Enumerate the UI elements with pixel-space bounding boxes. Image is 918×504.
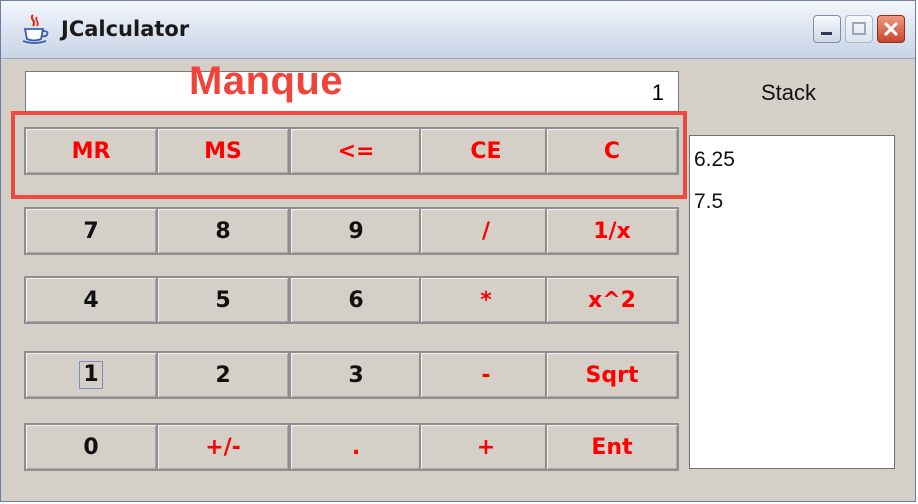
backspace-button[interactable]: <= xyxy=(289,127,423,175)
add-button[interactable]: + xyxy=(419,423,553,471)
digit-9-button[interactable]: 9 xyxy=(289,207,423,255)
calculator-window: JCalculator 1 Manque MR MS <= CE C 7 8 9… xyxy=(0,0,916,502)
enter-button[interactable]: Ent xyxy=(545,423,679,471)
stack-list[interactable]: 6.25 7.5 xyxy=(689,135,895,469)
close-icon[interactable] xyxy=(877,15,905,43)
multiply-button[interactable]: * xyxy=(419,276,553,324)
maximize-icon[interactable] xyxy=(845,15,873,43)
reciprocal-button[interactable]: 1/x xyxy=(545,207,679,255)
clear-button[interactable]: C xyxy=(545,127,679,175)
digit-7-button[interactable]: 7 xyxy=(24,207,158,255)
minimize-icon[interactable] xyxy=(813,15,841,43)
stack-label: Stack xyxy=(761,80,817,105)
window-title: JCalculator xyxy=(61,17,190,41)
decimal-point-button[interactable]: . xyxy=(289,423,423,471)
square-button[interactable]: x^2 xyxy=(545,276,679,324)
digit-3-button[interactable]: 3 xyxy=(289,351,423,399)
divide-button[interactable]: / xyxy=(419,207,553,255)
digit-0-button[interactable]: 0 xyxy=(24,423,158,471)
title-bar[interactable]: JCalculator xyxy=(1,1,915,59)
display-value: 1 xyxy=(651,80,664,105)
annotation-label: Manque xyxy=(189,59,344,103)
subtract-button[interactable]: - xyxy=(419,351,553,399)
calculator-display: 1 xyxy=(25,71,679,113)
digit-1-button[interactable]: 1 xyxy=(24,351,158,399)
memory-recall-button[interactable]: MR xyxy=(24,127,158,175)
clear-entry-button[interactable]: CE xyxy=(419,127,553,175)
negate-button[interactable]: +/- xyxy=(156,423,290,471)
digit-4-button[interactable]: 4 xyxy=(24,276,158,324)
java-coffee-cup-icon xyxy=(19,13,51,45)
digit-8-button[interactable]: 8 xyxy=(156,207,290,255)
digit-6-button[interactable]: 6 xyxy=(289,276,423,324)
square-root-button[interactable]: Sqrt xyxy=(545,351,679,399)
digit-2-button[interactable]: 2 xyxy=(156,351,290,399)
memory-store-button[interactable]: MS xyxy=(156,127,290,175)
stack-item[interactable]: 7.5 xyxy=(694,190,723,214)
focus-indicator: 1 xyxy=(79,361,103,389)
stack-item[interactable]: 6.25 xyxy=(694,148,735,172)
digit-5-button[interactable]: 5 xyxy=(156,276,290,324)
